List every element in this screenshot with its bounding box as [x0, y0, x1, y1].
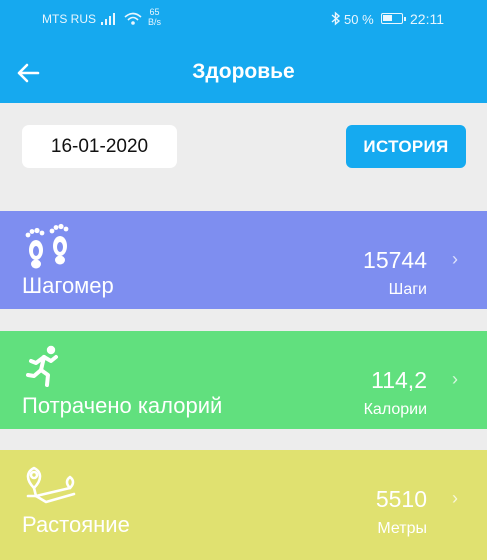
page-title: Здоровье: [192, 60, 295, 83]
bluetooth-icon: [331, 11, 341, 26]
battery-percent: 50 %: [344, 12, 374, 27]
date-selector[interactable]: 16-01-2020: [22, 125, 177, 168]
network-speed: 65 B/s: [148, 7, 162, 27]
pedometer-label: Шагомер: [22, 273, 114, 298]
distance-label: Растояние: [22, 512, 130, 537]
pedometer-card[interactable]: Шагомер 15744 Шаги ›: [0, 211, 487, 309]
battery-level: [383, 15, 392, 21]
pedometer-unit: Шаги: [388, 281, 427, 298]
distance-unit: Метры: [377, 520, 427, 537]
status-bar: MTS RUS 65 B/s 50 % 22:11: [0, 0, 487, 38]
wifi-icon: [124, 12, 142, 25]
battery-icon: [381, 13, 406, 24]
calories-value: 114,2: [371, 367, 427, 393]
calories-card[interactable]: Потрачено калорий 114,2 Калории ›: [0, 331, 487, 429]
calories-unit: Калории: [363, 401, 427, 418]
route-pin-icon: [26, 466, 76, 504]
footprints-icon: [25, 223, 69, 269]
chevron-right-icon: ›: [452, 488, 458, 508]
clock: 22:11: [410, 11, 444, 27]
chevron-right-icon: ›: [452, 369, 458, 389]
pedometer-value: 15744: [363, 247, 427, 273]
history-button[interactable]: ИСТОРИЯ: [346, 125, 466, 168]
distance-value: 5510: [375, 486, 427, 512]
signal-icon: [101, 13, 115, 25]
carrier-name: MTS RUS: [42, 12, 96, 26]
app-bar: MTS RUS 65 B/s 50 % 22:11 Здоровье: [0, 0, 487, 103]
distance-card[interactable]: Растояние 5510 Метры ›: [0, 450, 487, 560]
calories-label: Потрачено калорий: [22, 393, 223, 418]
chevron-right-icon: ›: [452, 249, 458, 269]
running-person-icon: [26, 345, 58, 387]
